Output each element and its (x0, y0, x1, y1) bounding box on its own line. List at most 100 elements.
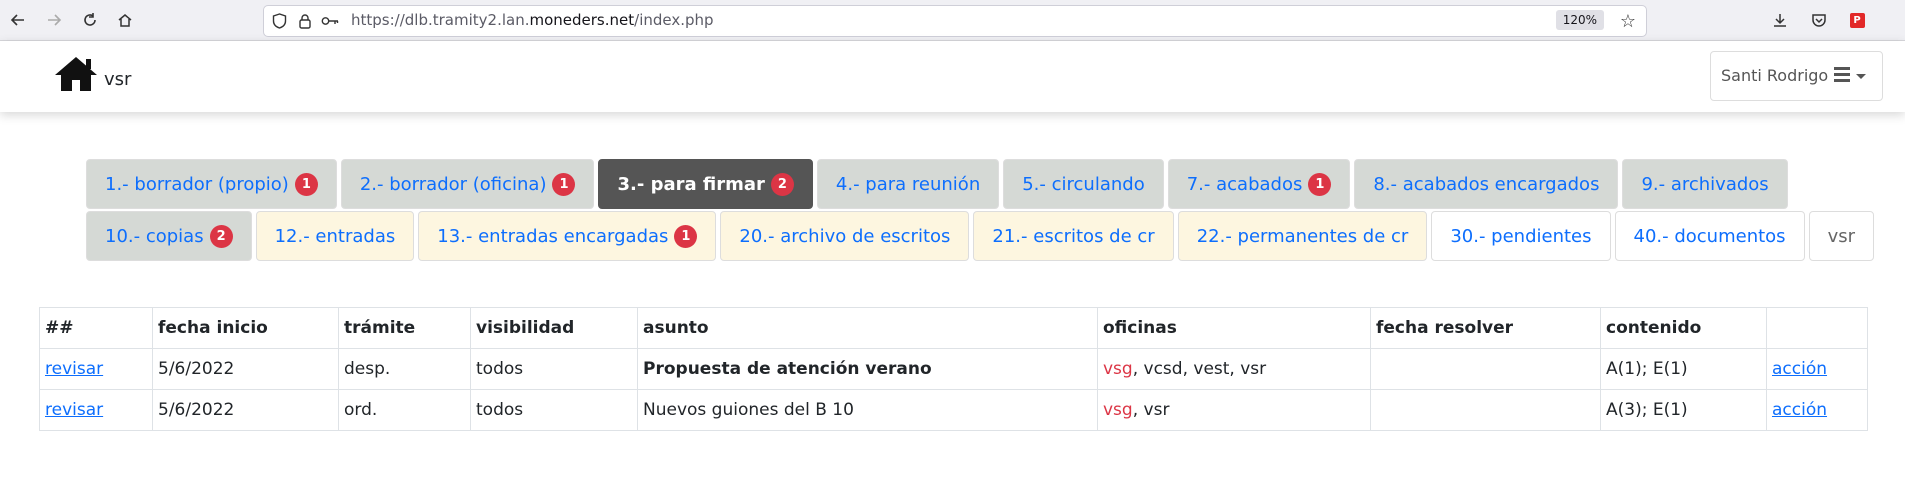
tab-circulando[interactable]: 5.- circulando (1003, 159, 1164, 209)
tab-entradas[interactable]: 12.- entradas (255, 211, 415, 261)
visibilidad-cell: todos (470, 389, 638, 431)
tab-archivados[interactable]: 9.- archivados (1622, 159, 1788, 209)
tab-acabados[interactable]: 7.- acabados 1 (1167, 159, 1351, 209)
tab-label: 22.- permanentes de cr (1196, 225, 1409, 247)
oficina-principal: vsg (1103, 359, 1133, 379)
tab-acabados-encargados[interactable]: 8.- acabados encargados (1354, 159, 1619, 209)
tab-label: vsr (1827, 225, 1855, 247)
tab-borrador-oficina[interactable]: 2.- borrador (oficina) 1 (340, 159, 595, 209)
accion-link[interactable]: acción (1772, 400, 1827, 420)
contenido-cell: A(1); E(1) (1600, 348, 1767, 390)
forward-icon[interactable] (43, 9, 65, 31)
tab-label: 40.- documentos (1633, 225, 1786, 247)
tab-archivo-escritos[interactable]: 20.- archivo de escritos (720, 211, 970, 261)
fecha-inicio-cell: 5/6/2022 (152, 348, 339, 390)
reload-icon[interactable] (79, 9, 101, 31)
table-row: revisar 5/6/2022 desp. todos Propuesta d… (39, 348, 1868, 390)
count-badge: 1 (552, 172, 576, 196)
tab-label: 10.- copias (105, 225, 204, 247)
column-header: trámite (338, 307, 471, 349)
url-bar[interactable]: https://dlb.tramity2.lan.moneders.net/in… (263, 5, 1647, 37)
column-header: fecha inicio (152, 307, 339, 349)
tab-label: 21.- escritos de cr (992, 225, 1155, 247)
cell: acción (1766, 389, 1868, 431)
count-badge: 2 (209, 224, 233, 248)
tab-copias[interactable]: 10.- copias 2 (86, 211, 252, 261)
revisar-link[interactable]: revisar (45, 400, 103, 420)
tab-vsr[interactable]: vsr (1808, 211, 1874, 261)
tab-para-firmar[interactable]: 3.- para firmar 2 (598, 159, 813, 209)
visibilidad-cell: todos (470, 348, 638, 390)
home-icon[interactable] (53, 55, 99, 97)
url-text: https://dlb.tramity2.lan.moneders.net/in… (351, 11, 714, 29)
column-header: fecha resolver (1370, 307, 1601, 349)
tab-label: 8.- acabados encargados (1373, 173, 1600, 195)
oficinas-resto: , vcsd, vest, vsr (1132, 359, 1267, 379)
column-header: oficinas (1097, 307, 1371, 349)
star-icon[interactable]: ☆ (1620, 11, 1636, 32)
tab-borrador-propio[interactable]: 1.- borrador (propio) 1 (86, 159, 337, 209)
app-navbar: vsr Santi Rodrigo (0, 41, 1905, 112)
count-badge: 2 (770, 172, 794, 196)
table-header-row: ## fecha inicio trámite visibilidad asun… (39, 307, 1868, 349)
user-menu-button[interactable]: Santi Rodrigo (1710, 51, 1883, 101)
tabs-row-1: 1.- borrador (propio) 1 2.- borrador (ofi… (86, 159, 1792, 209)
tab-label: 5.- circulando (1022, 173, 1145, 195)
pocket-icon[interactable] (1808, 9, 1830, 31)
shield-icon[interactable] (270, 12, 288, 30)
browser-toolbar: https://dlb.tramity2.lan.moneders.net/in… (0, 0, 1905, 41)
zoom-level[interactable]: 120% (1555, 10, 1604, 30)
asunto-cell: Propuesta de atención verano (637, 348, 1098, 390)
back-icon[interactable] (7, 9, 29, 31)
revisar-link[interactable]: revisar (45, 359, 103, 379)
tab-para-reunion[interactable]: 4.- para reunión (816, 159, 1000, 209)
count-badge: 1 (1308, 172, 1332, 196)
tramite-cell: ord. (338, 389, 471, 431)
hamburger-icon (1834, 67, 1850, 82)
tab-documentos[interactable]: 40.- documentos (1614, 211, 1805, 261)
oficinas-resto: , vsr (1132, 400, 1170, 420)
tab-label: 13.- entradas encargadas (437, 225, 669, 247)
lock-icon[interactable] (296, 12, 314, 30)
count-badge: 1 (674, 224, 698, 248)
tab-permanentes-cr[interactable]: 22.- permanentes de cr (1177, 211, 1428, 261)
column-header: ## (39, 307, 153, 349)
home-icon[interactable] (114, 9, 136, 31)
tab-label: 30.- pendientes (1450, 225, 1592, 247)
column-header (1766, 307, 1868, 349)
tab-label: 9.- archivados (1641, 173, 1769, 195)
contenido-cell: A(3); E(1) (1600, 389, 1767, 431)
fecha-inicio-cell: 5/6/2022 (152, 389, 339, 431)
tab-label: 20.- archivo de escritos (739, 225, 951, 247)
oficinas-cell: vsg, vcsd, vest, vsr (1097, 348, 1371, 390)
count-badge: 1 (294, 172, 318, 196)
key-icon[interactable] (321, 12, 339, 30)
cell: revisar (39, 389, 153, 431)
tab-label: 1.- borrador (propio) (105, 173, 289, 195)
oficina-principal: vsg (1103, 400, 1133, 420)
cell: revisar (39, 348, 153, 390)
brand-label[interactable]: vsr (104, 69, 131, 90)
accion-link[interactable]: acción (1772, 359, 1827, 379)
tab-escritos-cr[interactable]: 21.- escritos de cr (973, 211, 1174, 261)
tab-label: 2.- borrador (oficina) (359, 173, 547, 195)
tramite-cell: desp. (338, 348, 471, 390)
oficinas-cell: vsg, vsr (1097, 389, 1371, 431)
tab-label: 7.- acabados (1186, 173, 1303, 195)
fecha-resolver-cell (1370, 348, 1601, 390)
extension-icon[interactable]: P (1846, 9, 1868, 31)
table-row: revisar 5/6/2022 ord. todos Nuevos guion… (39, 389, 1868, 431)
user-name: Santi Rodrigo (1721, 66, 1829, 85)
tab-label: 3.- para firmar (617, 173, 765, 195)
tab-pendientes[interactable]: 30.- pendientes (1431, 211, 1611, 261)
column-header: asunto (637, 307, 1098, 349)
tabs-row-2: 10.- copias 2 12.- entradas 13.- entradas… (86, 211, 1878, 261)
tab-entradas-encargadas[interactable]: 13.- entradas encargadas 1 (418, 211, 717, 261)
column-header: contenido (1600, 307, 1767, 349)
asunto-cell: Nuevos guiones del B 10 (637, 389, 1098, 431)
expedientes-table: ## fecha inicio trámite visibilidad asun… (39, 307, 1868, 431)
tab-label: 12.- entradas (274, 225, 396, 247)
cell: acción (1766, 348, 1868, 390)
caret-down-icon (1856, 74, 1866, 79)
download-icon[interactable] (1769, 9, 1791, 31)
